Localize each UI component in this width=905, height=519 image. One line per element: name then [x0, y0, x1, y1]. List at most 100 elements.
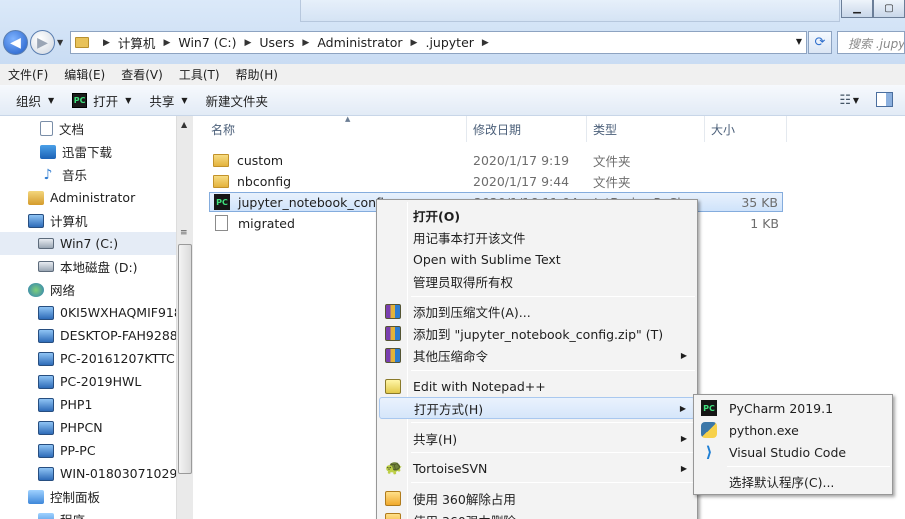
nav-item-drive-d[interactable]: 本地磁盘 (D:) [38, 255, 138, 278]
scroll-thumb[interactable] [178, 244, 192, 474]
share-button[interactable]: 共享 ▼ [140, 85, 196, 115]
menu-item-tortoisesvn[interactable]: 🐢 TortoiseSVN ▶ [379, 457, 695, 479]
computer-icon [38, 420, 54, 435]
nav-item-network-pc[interactable]: DESKTOP-FAH9288 [38, 324, 178, 347]
nav-scrollbar[interactable]: ▲ ≡ [176, 116, 193, 519]
nav-item-label: 计算机 [50, 214, 88, 229]
chevron-right-icon[interactable]: ▶ [411, 38, 418, 48]
nav-item-network-pc[interactable]: 0KI5WXHAQMIF918 [38, 301, 182, 324]
nav-item-computer[interactable]: 计算机 [28, 209, 88, 232]
command-bar: 组织 ▼ PC 打开 ▼ 共享 ▼ 新建文件夹 ☷ ▼ [0, 85, 905, 116]
nav-item-programs[interactable]: 程序 [38, 508, 85, 519]
nav-item-network-pc[interactable]: PHPCN [38, 416, 103, 439]
breadcrumb-computer[interactable]: 计算机 [118, 33, 156, 52]
column-header-size[interactable]: 大小 [705, 116, 787, 142]
menu-item-open-notepad[interactable]: 用记事本打开该文件 [379, 226, 695, 248]
menu-edit[interactable]: 编辑(E) [56, 66, 113, 83]
nav-item-xunlei-downloads[interactable]: 迅雷下载 [40, 140, 112, 163]
search-input[interactable]: 搜索 .jupyter [837, 31, 905, 54]
menu-file[interactable]: 文件(F) [0, 66, 56, 83]
file-icon [215, 215, 228, 231]
nav-item-music[interactable]: ♪ 音乐 [40, 163, 87, 186]
breadcrumb-jupyter[interactable]: .jupyter [425, 35, 473, 50]
forward-button[interactable]: ▶ [30, 30, 55, 55]
menu-item-label: 使用 360强力删除 [413, 511, 516, 519]
maximize-button[interactable]: ▢ [873, 0, 905, 18]
notepadpp-icon [385, 378, 401, 394]
nav-item-label: Administrator [50, 190, 136, 205]
menu-item-open[interactable]: 打开(O) [379, 204, 695, 226]
organize-button[interactable]: 组织 ▼ [0, 85, 63, 115]
menu-help[interactable]: 帮助(H) [228, 66, 286, 83]
submenu-item-pycharm[interactable]: PC PyCharm 2019.1 [696, 397, 890, 419]
nav-item-network-pc[interactable]: PC-20161207KTTC [38, 347, 175, 370]
menu-item-360-delete[interactable]: 使用 360强力删除 [379, 509, 695, 519]
nav-item-network[interactable]: 网络 [28, 278, 75, 301]
computer-icon [38, 443, 54, 458]
column-header-name[interactable]: 名称 ▲ [205, 115, 467, 142]
submenu-arrow-icon: ▶ [680, 463, 687, 473]
address-input[interactable]: ▶ 计算机 ▶ Win7 (C:) ▶ Users ▶ Administrato… [70, 31, 807, 54]
chevron-right-icon[interactable]: ▶ [244, 38, 251, 48]
nav-item-label: PP-PC [60, 443, 96, 458]
menu-item-add-archive[interactable]: 添加到压缩文件(A)... [379, 300, 695, 322]
refresh-button[interactable]: ⟳ [808, 31, 832, 54]
menu-item-edit-notepadpp[interactable]: Edit with Notepad++ [379, 375, 695, 397]
recent-pages-dropdown-icon[interactable]: ▼ [57, 38, 63, 47]
column-header-date[interactable]: 修改日期 [467, 116, 587, 142]
chevron-right-icon[interactable]: ▶ [163, 38, 170, 48]
nav-item-label: 程序 [60, 510, 85, 519]
menu-item-add-zip[interactable]: 添加到 "jupyter_notebook_config.zip" (T) [379, 322, 695, 344]
menu-item-take-ownership[interactable]: 管理员取得所有权 [379, 270, 695, 292]
menu-item-label: 其他压缩命令 [413, 348, 489, 364]
column-header-type[interactable]: 类型 [587, 116, 705, 142]
menu-item-360-unlock[interactable]: 使用 360解除占用 [379, 487, 695, 509]
new-folder-button[interactable]: 新建文件夹 [197, 85, 278, 115]
nav-item-drive-c[interactable]: Win7 (C:) [0, 232, 176, 255]
file-row-custom[interactable]: custom 2020/1/17 9:19 文件夹 [209, 150, 783, 170]
nav-item-documents[interactable]: 文档 [40, 117, 84, 140]
submenu-item-label: Visual Studio Code [729, 444, 847, 460]
menu-tools[interactable]: 工具(T) [171, 66, 228, 83]
breadcrumb-administrator[interactable]: Administrator [317, 35, 402, 50]
chevron-right-icon[interactable]: ▶ [482, 38, 489, 48]
menu-view[interactable]: 查看(V) [113, 66, 171, 83]
nav-item-network-pc[interactable]: PP-PC [38, 439, 96, 462]
menu-item-open-with[interactable]: 打开方式(H) ▶ [379, 397, 695, 419]
menu-item-other-compress[interactable]: 其他压缩命令 ▶ [379, 344, 695, 366]
chevron-down-icon[interactable]: ▼ [853, 96, 859, 105]
nav-item-network-pc[interactable]: PHP1 [38, 393, 92, 416]
submenu-item-vscode[interactable]: ⟩ Visual Studio Code [696, 441, 890, 463]
chevron-right-icon[interactable]: ▶ [103, 38, 110, 48]
nav-item-administrator[interactable]: Administrator [28, 186, 135, 209]
back-button[interactable]: ◀ [3, 30, 28, 55]
menu-item-open-sublime[interactable]: Open with Sublime Text [379, 248, 695, 270]
menu-item-share[interactable]: 共享(H) ▶ [379, 427, 695, 449]
nav-item-network-pc[interactable]: WIN-01803071029 [38, 462, 177, 485]
breadcrumb-users[interactable]: Users [259, 35, 294, 50]
submenu-item-label: python.exe [729, 422, 799, 438]
submenu-item-python[interactable]: python.exe [696, 419, 890, 441]
network-icon [28, 282, 44, 297]
scroll-up-icon[interactable]: ▲ [181, 120, 187, 129]
file-row-nbconfig[interactable]: nbconfig 2020/1/17 9:44 文件夹 [209, 171, 783, 191]
view-options-icon[interactable]: ☷ [839, 93, 851, 108]
minimize-button[interactable]: ▁ [841, 0, 873, 18]
preview-pane-icon[interactable] [876, 92, 893, 107]
winrar-icon [385, 347, 401, 363]
chevron-down-icon: ▼ [48, 95, 55, 105]
address-dropdown-icon[interactable]: ▼ [796, 37, 802, 46]
nav-item-network-pc[interactable]: PC-2019HWL [38, 370, 141, 393]
user-folder-icon [28, 190, 44, 205]
menu-item-label: 用记事本打开该文件 [413, 230, 526, 246]
column-header-label: 名称 [211, 122, 236, 137]
background-window-strip [300, 0, 840, 22]
chevron-right-icon[interactable]: ▶ [302, 38, 309, 48]
folder-icon [75, 37, 89, 48]
breadcrumb-drive[interactable]: Win7 (C:) [178, 35, 236, 50]
nav-item-label: PHP1 [60, 397, 93, 412]
menu-item-label: Open with Sublime Text [413, 251, 561, 267]
nav-item-control-panel[interactable]: 控制面板 [28, 485, 100, 508]
open-button[interactable]: PC 打开 ▼ [63, 85, 140, 115]
submenu-item-choose-default[interactable]: 选择默认程序(C)... [696, 470, 890, 492]
